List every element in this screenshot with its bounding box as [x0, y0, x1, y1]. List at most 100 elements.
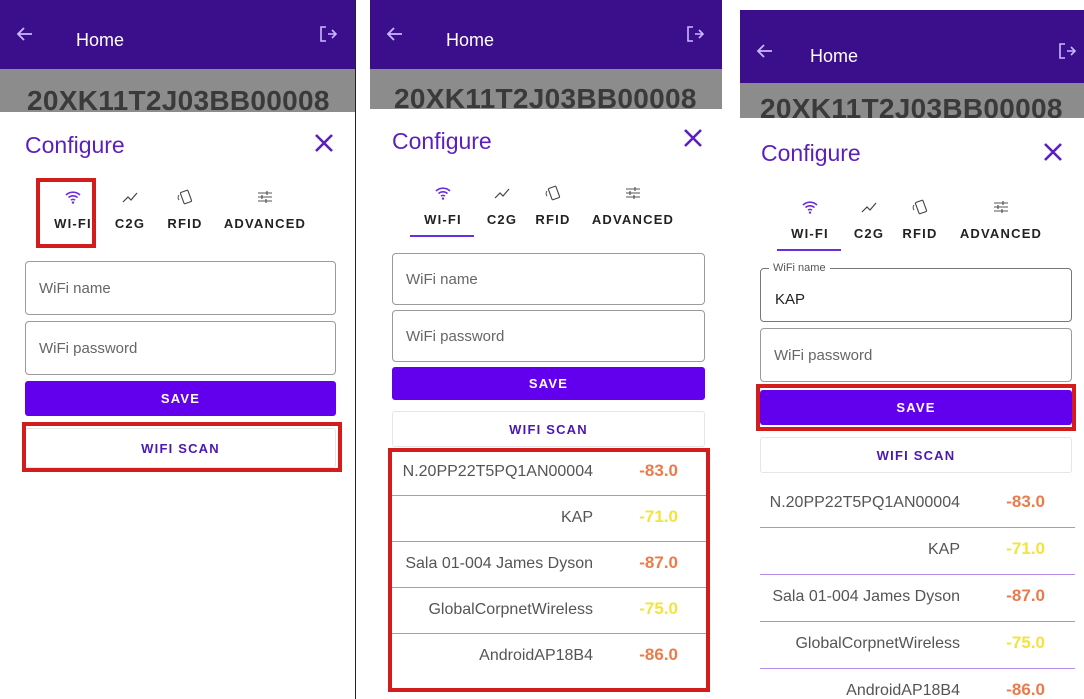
tab-rfid[interactable]: RFID [159, 188, 211, 252]
tab-label: C2G [486, 212, 518, 227]
tab-advanced[interactable]: ADVANCED [222, 188, 308, 252]
trend-icon [861, 202, 877, 213]
logout-icon[interactable] [1058, 42, 1076, 60]
network-signal: -83.0 [639, 461, 678, 480]
wifi-scan-button[interactable]: WIFI SCAN [760, 437, 1072, 473]
network-row[interactable]: N.20PP22T5PQ1AN00004 -83.0 [392, 450, 708, 496]
tab-label: C2G [853, 226, 885, 241]
device-serial: 20XK11T2J03BB00008 [27, 85, 330, 114]
tab-wifi[interactable]: WI-FI [41, 188, 105, 252]
close-icon[interactable] [1042, 141, 1064, 163]
wifi-icon [802, 201, 818, 214]
network-name: GlobalCorpnetWireless [795, 635, 960, 652]
network-signal: -87.0 [1006, 586, 1045, 605]
tab-wifi[interactable]: WI-FI [778, 198, 842, 262]
app-bar: Home [370, 0, 722, 69]
serial-bar: 20XK11T2J03BB00008 [370, 69, 722, 114]
wifi-name-value: KAP [775, 291, 806, 308]
tab-rfid[interactable]: RFID [527, 184, 579, 248]
configure-title: Configure [761, 140, 861, 166]
tab-label: WI-FI [791, 226, 829, 241]
wifi-scan-button[interactable]: WIFI SCAN [25, 428, 336, 468]
wifi-icon [435, 187, 451, 200]
tab-rfid[interactable]: RFID [894, 198, 946, 262]
back-arrow-icon[interactable] [386, 25, 404, 43]
wifi-name-placeholder: WiFi name [39, 280, 111, 297]
device-serial: 20XK11T2J03BB00008 [760, 93, 1063, 120]
logout-icon[interactable] [686, 25, 704, 43]
configure-sheet: Configure WI-FI C2G RFID ADVANCED WiFi n… [740, 118, 1084, 699]
close-icon[interactable] [682, 127, 704, 149]
rfid-icon [177, 189, 193, 205]
wifi-name-label: WiFi name [769, 262, 830, 274]
tab-c2g[interactable]: C2G [109, 188, 151, 252]
app-bar: Home [740, 10, 1084, 83]
tab-c2g[interactable]: C2G [848, 198, 890, 262]
serial-bar: 20XK11T2J03BB00008 [0, 69, 355, 114]
network-row[interactable]: KAP -71.0 [392, 496, 708, 542]
app-title: Home [76, 30, 125, 50]
configure-title: Configure [25, 132, 125, 158]
wifi-name-field[interactable]: WiFi name [25, 261, 336, 315]
save-button[interactable]: SAVE [392, 367, 705, 400]
tab-label: WI-FI [54, 216, 92, 231]
network-name: AndroidAP18B4 [846, 682, 960, 699]
app-title: Home [810, 46, 859, 66]
network-name: N.20PP22T5PQ1AN00004 [402, 463, 593, 480]
network-row[interactable]: Sala 01-004 James Dyson -87.0 [760, 575, 1075, 622]
network-name: Sala 01-004 James Dyson [405, 555, 593, 572]
app-bar: Home [0, 0, 355, 69]
network-row[interactable]: GlobalCorpnetWireless -75.0 [760, 622, 1075, 669]
configure-sheet: Configure WI-FI C2G RFID ADVANCED WiFi n… [0, 112, 355, 699]
network-name: KAP [927, 541, 960, 558]
tab-label: RFID [902, 226, 938, 241]
wifi-icon [65, 191, 81, 204]
network-name: AndroidAP18B4 [479, 647, 593, 664]
network-signal: -86.0 [1006, 680, 1045, 699]
sliders-icon [258, 191, 272, 203]
screen-initial: Home 20XK11T2J03BB00008 Configure WI-FI … [0, 0, 356, 699]
save-button[interactable]: SAVE [25, 381, 336, 416]
network-signal: -87.0 [639, 553, 678, 572]
tab-wifi[interactable]: WI-FI [411, 184, 475, 248]
tab-label: ADVANCED [959, 226, 1043, 241]
wifi-password-placeholder: WiFi password [406, 328, 505, 345]
wifi-password-field[interactable]: WiFi password [392, 310, 705, 362]
close-icon[interactable] [313, 132, 335, 154]
tab-c2g[interactable]: C2G [481, 184, 523, 248]
tab-advanced[interactable]: ADVANCED [958, 198, 1044, 262]
network-row[interactable]: AndroidAP18B4 -86.0 [760, 669, 1075, 699]
wifi-password-placeholder: WiFi password [774, 347, 873, 364]
tab-label: C2G [114, 216, 146, 231]
network-row[interactable]: KAP -71.0 [760, 528, 1075, 575]
save-button[interactable]: SAVE [760, 390, 1072, 425]
tab-label: ADVANCED [223, 216, 307, 231]
app-title: Home [446, 30, 495, 50]
network-signal: -83.0 [1006, 492, 1045, 511]
tab-label: WI-FI [424, 212, 462, 227]
rfid-icon [545, 185, 561, 201]
back-arrow-icon[interactable] [756, 42, 774, 60]
network-row[interactable]: N.20PP22T5PQ1AN00004 -83.0 [760, 481, 1075, 528]
wifi-name-field[interactable]: WiFi name [392, 253, 705, 305]
logout-icon[interactable] [319, 25, 337, 43]
network-name: Sala 01-004 James Dyson [772, 588, 960, 605]
network-signal: -75.0 [1006, 633, 1045, 652]
network-row[interactable]: GlobalCorpnetWireless -75.0 [392, 588, 708, 634]
trend-icon [122, 192, 138, 203]
active-tab-indicator [777, 249, 841, 251]
screen-network-selected: Home 20XK11T2J03BB00008 Configure WI-FI … [740, 0, 1084, 699]
tab-advanced[interactable]: ADVANCED [590, 184, 676, 248]
back-arrow-icon[interactable] [16, 25, 34, 43]
wifi-scan-button[interactable]: WIFI SCAN [392, 411, 705, 447]
wifi-password-field[interactable]: WiFi password [760, 328, 1072, 382]
wifi-name-field[interactable]: WiFi name KAP [760, 262, 1072, 322]
wifi-name-placeholder: WiFi name [406, 271, 478, 288]
network-signal: -75.0 [639, 599, 678, 618]
trend-icon [494, 188, 510, 199]
network-row[interactable]: AndroidAP18B4 -86.0 [392, 634, 708, 680]
tab-label: RFID [167, 216, 203, 231]
network-row[interactable]: Sala 01-004 James Dyson -87.0 [392, 542, 708, 588]
wifi-password-field[interactable]: WiFi password [25, 321, 336, 375]
rfid-icon [912, 199, 928, 215]
